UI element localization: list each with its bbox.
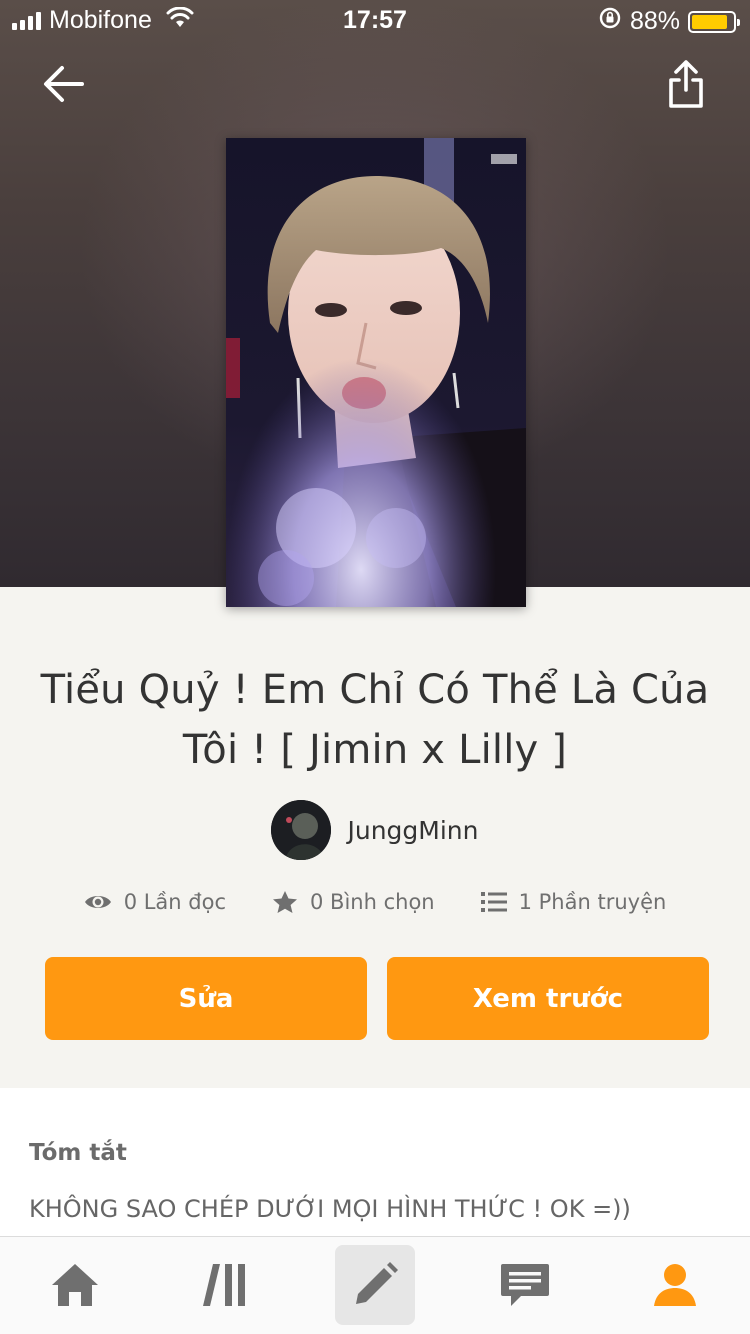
- author-info[interactable]: JunggMinn: [0, 800, 750, 860]
- battery-percent: 88%: [629, 7, 680, 35]
- preview-button[interactable]: Xem trước: [387, 957, 709, 1040]
- bottom-navigation: [0, 1236, 750, 1334]
- story-title: Tiểu Quỷ ! Em Chỉ Có Thể Là Của Tôi ! [ …: [40, 667, 710, 773]
- cover-illustration: [226, 138, 526, 607]
- nav-write[interactable]: [335, 1245, 415, 1325]
- story-cover-image[interactable]: [226, 138, 526, 607]
- arrow-left-icon: [44, 66, 84, 102]
- share-button[interactable]: [662, 56, 710, 112]
- parts-count: 1 Phần truyện: [518, 890, 667, 914]
- nav-library[interactable]: [186, 1245, 266, 1325]
- nav-messages[interactable]: [485, 1245, 565, 1325]
- edit-button[interactable]: Sửa: [45, 957, 367, 1040]
- votes-stat: 0 Bình chọn: [272, 890, 435, 914]
- list-icon: [480, 892, 507, 912]
- share-icon: [669, 60, 703, 108]
- story-stats: 0 Lần đọc 0 Bình chọn 1 Phần truyện: [0, 890, 750, 914]
- back-button[interactable]: [40, 60, 88, 108]
- status-bar: Mobifone 17:57 88%: [0, 0, 750, 40]
- nav-home[interactable]: [35, 1245, 115, 1325]
- summary-heading: Tóm tắt: [29, 1140, 127, 1166]
- library-icon: [203, 1264, 245, 1306]
- votes-count: 0 Bình chọn: [310, 890, 435, 914]
- star-icon: [273, 891, 298, 913]
- status-right: 88%: [598, 6, 740, 37]
- reads-count: 0 Lần đọc: [123, 890, 227, 914]
- eye-icon: [84, 896, 111, 908]
- nav-profile[interactable]: [635, 1245, 715, 1325]
- author-avatar[interactable]: [271, 800, 332, 860]
- battery-icon: [688, 10, 740, 33]
- reads-stat: 0 Lần đọc: [84, 890, 226, 914]
- parts-stat: 1 Phần truyện: [480, 890, 667, 914]
- messages-icon: [501, 1264, 549, 1306]
- home-icon: [52, 1264, 98, 1306]
- orientation-lock-icon: [598, 6, 622, 37]
- summary-section: Tóm tắt KHÔNG SAO CHÉP DƯỚI MỌI HÌNH THỨ…: [0, 1088, 750, 1236]
- write-icon: [356, 1262, 398, 1304]
- author-name[interactable]: JunggMinn: [347, 816, 478, 845]
- profile-icon: [654, 1264, 696, 1306]
- battery-level: [692, 14, 728, 29]
- summary-text: KHÔNG SAO CHÉP DƯỚI MỌI HÌNH THỨC ! OK =…: [29, 1195, 631, 1223]
